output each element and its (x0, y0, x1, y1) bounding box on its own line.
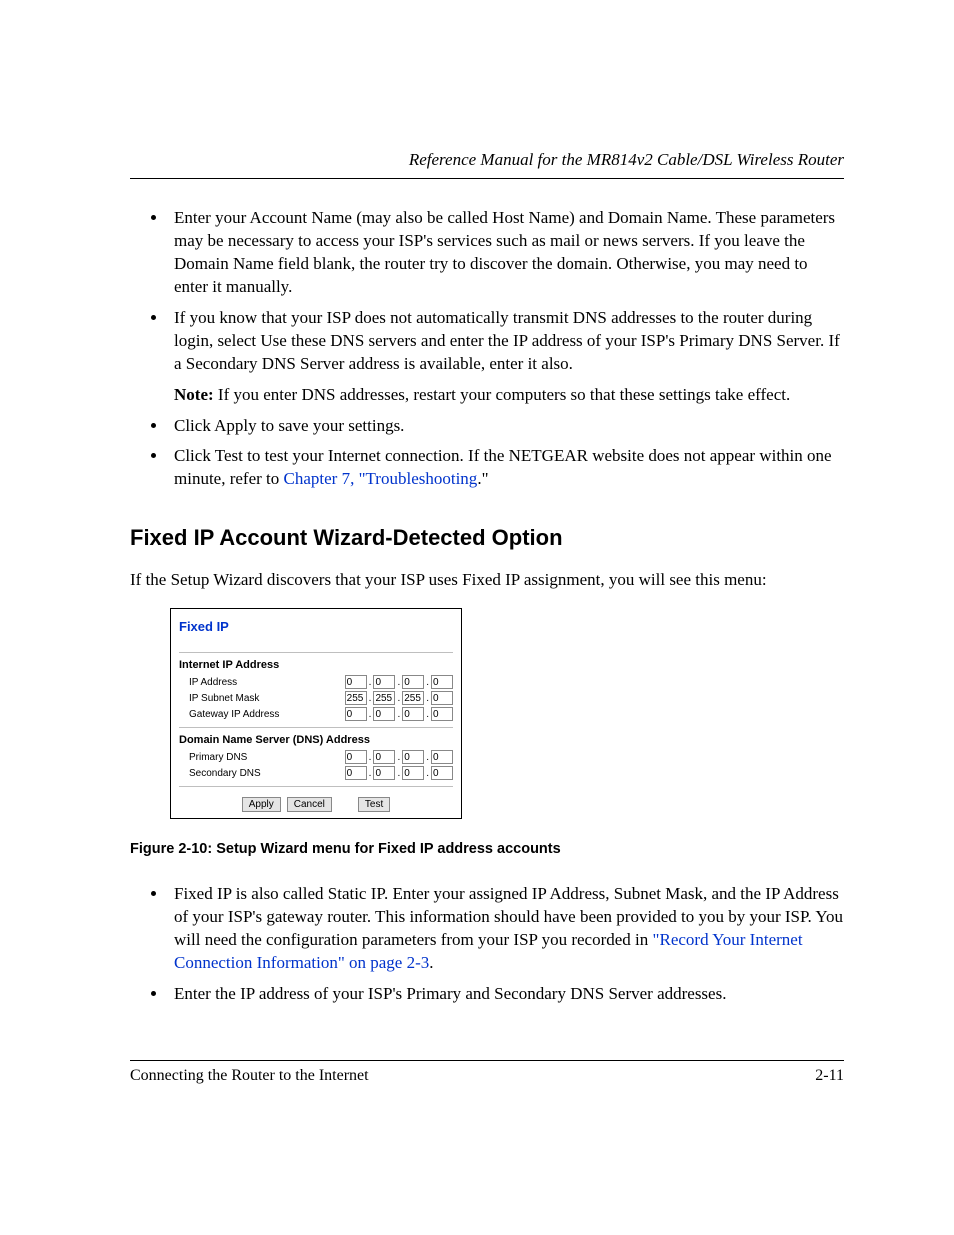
button-row: Apply Cancel Test (179, 793, 453, 812)
list-item: Enter the IP address of your ISP's Prima… (168, 983, 844, 1006)
troubleshooting-link[interactable]: Chapter 7, "Troubleshooting (284, 469, 478, 488)
bullet-list-bottom: Fixed IP is also called Static IP. Enter… (130, 883, 844, 1006)
running-header: Reference Manual for the MR814v2 Cable/D… (130, 150, 844, 179)
bullet-list-top: Enter your Account Name (may also be cal… (130, 207, 844, 491)
ip-octet-input[interactable] (402, 750, 424, 764)
section-intro: If the Setup Wizard discovers that your … (130, 569, 844, 592)
ip-octet-input[interactable] (373, 707, 395, 721)
dot: . (426, 693, 429, 704)
label-gateway-ip: Gateway IP Address (179, 709, 279, 720)
row-ip-address: IP Address . . . (179, 675, 453, 689)
ip-octet-input[interactable] (402, 675, 424, 689)
separator (179, 786, 453, 787)
group-dns: Domain Name Server (DNS) Address (179, 734, 453, 746)
list-item-text: If you know that your ISP does not autom… (174, 308, 840, 373)
page-footer: Connecting the Router to the Internet 2-… (130, 1060, 844, 1085)
cancel-button[interactable]: Cancel (287, 797, 332, 812)
label-subnet-mask: IP Subnet Mask (179, 693, 259, 704)
dot: . (369, 709, 372, 720)
dot: . (426, 677, 429, 688)
list-item-post: ." (477, 469, 488, 488)
separator (179, 727, 453, 728)
ip-octet-input[interactable] (345, 750, 367, 764)
octets-subnet-mask: . . . (345, 691, 453, 705)
note-label: Note: (174, 385, 214, 404)
ip-octet-input[interactable] (345, 766, 367, 780)
fixed-ip-panel: Fixed IP Internet IP Address IP Address … (170, 608, 462, 819)
label-primary-dns: Primary DNS (179, 752, 247, 763)
list-item-post: . (429, 953, 433, 972)
ip-octet-input[interactable] (373, 675, 395, 689)
list-item: Click Test to test your Internet connect… (168, 445, 844, 491)
fixed-ip-panel-wrap: Fixed IP Internet IP Address IP Address … (170, 608, 844, 819)
list-item: Fixed IP is also called Static IP. Enter… (168, 883, 844, 975)
list-item: Click Apply to save your settings. (168, 415, 844, 438)
note-text: If you enter DNS addresses, restart your… (214, 385, 791, 404)
row-gateway-ip: Gateway IP Address . . . (179, 707, 453, 721)
ip-octet-input[interactable] (402, 766, 424, 780)
dot: . (369, 693, 372, 704)
octets-secondary-dns: . . . (345, 766, 453, 780)
dot: . (397, 677, 400, 688)
ip-octet-input[interactable] (431, 707, 453, 721)
dot: . (369, 677, 372, 688)
ip-octet-input[interactable] (402, 707, 424, 721)
label-secondary-dns: Secondary DNS (179, 768, 261, 779)
ip-octet-input[interactable] (345, 707, 367, 721)
footer-left: Connecting the Router to the Internet (130, 1067, 369, 1085)
row-primary-dns: Primary DNS . . . (179, 750, 453, 764)
row-subnet-mask: IP Subnet Mask . . . (179, 691, 453, 705)
dot: . (397, 768, 400, 779)
apply-button[interactable]: Apply (242, 797, 281, 812)
ip-octet-input[interactable] (345, 675, 367, 689)
ip-octet-input[interactable] (345, 691, 367, 705)
ip-octet-input[interactable] (431, 766, 453, 780)
section-heading: Fixed IP Account Wizard-Detected Option (130, 525, 844, 551)
dot: . (426, 752, 429, 763)
dot: . (426, 768, 429, 779)
octets-ip-address: . . . (345, 675, 453, 689)
ip-octet-input[interactable] (373, 691, 395, 705)
ip-octet-input[interactable] (373, 750, 395, 764)
dot: . (397, 752, 400, 763)
spacer (338, 797, 352, 812)
test-button[interactable]: Test (358, 797, 390, 812)
page: Reference Manual for the MR814v2 Cable/D… (0, 0, 954, 1235)
ip-octet-input[interactable] (431, 750, 453, 764)
note-line: Note: If you enter DNS addresses, restar… (174, 384, 844, 407)
dot: . (369, 752, 372, 763)
figure-caption: Figure 2-10: Setup Wizard menu for Fixed… (130, 841, 844, 857)
ip-octet-input[interactable] (431, 675, 453, 689)
octets-gateway-ip: . . . (345, 707, 453, 721)
group-internet-ip: Internet IP Address (179, 652, 453, 671)
dot: . (397, 709, 400, 720)
panel-title: Fixed IP (179, 619, 453, 634)
ip-octet-input[interactable] (373, 766, 395, 780)
list-item: Enter your Account Name (may also be cal… (168, 207, 844, 299)
dot: . (397, 693, 400, 704)
list-item-pre: Click Test to test your Internet connect… (174, 446, 832, 488)
footer-right: 2-11 (815, 1067, 844, 1085)
list-item: If you know that your ISP does not autom… (168, 307, 844, 407)
ip-octet-input[interactable] (402, 691, 424, 705)
label-ip-address: IP Address (179, 677, 237, 688)
dot: . (369, 768, 372, 779)
ip-octet-input[interactable] (431, 691, 453, 705)
octets-primary-dns: . . . (345, 750, 453, 764)
row-secondary-dns: Secondary DNS . . . (179, 766, 453, 780)
dot: . (426, 709, 429, 720)
